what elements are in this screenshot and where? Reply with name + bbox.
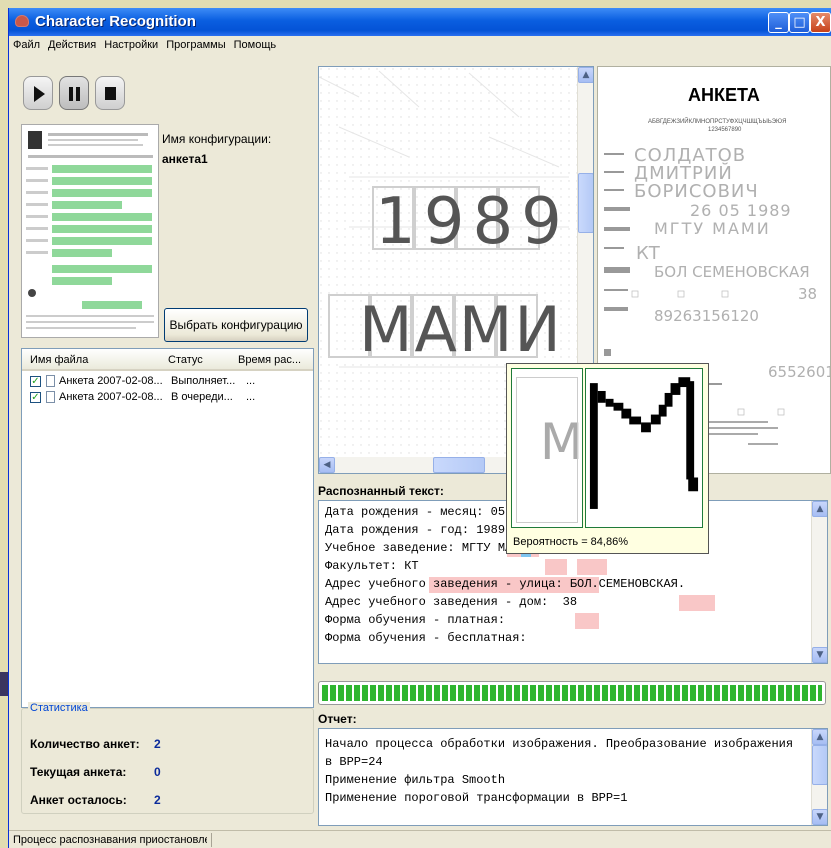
report-text-box[interactable]: Начало процесса обработки изображения. П… [318, 728, 828, 826]
form-field-university: МГТУ МАМИ [654, 219, 771, 238]
recognized-label: Распознанный текст: [318, 484, 444, 498]
play-icon [34, 86, 45, 102]
file-row[interactable]: ✓ Анкета 2007-02-08... В очереди... ... [22, 390, 313, 406]
report-scrollbar[interactable]: ▲ ▼ [811, 729, 827, 825]
character-tooltip: М Вероятность = 84,86% [506, 363, 709, 554]
recognized-line: Форма обучения - бесплатная: [325, 631, 527, 645]
report-line: Начало процесса обработки изображения. П… [325, 737, 794, 751]
status-text: Процесс распознавания приостановлен [13, 834, 207, 846]
pause-icon [69, 87, 80, 101]
recognized-line: Учебное заведение: МГТУ МАМИ [325, 541, 527, 555]
report-line: Применение пороговой трансформации в BPP… [325, 791, 628, 805]
stat-label-remaining: Анкет осталось: [30, 793, 127, 807]
scroll-up-icon[interactable]: ▲ [578, 67, 593, 83]
config-name-label: Имя конфигурации: [162, 132, 272, 146]
scroll-up-icon[interactable]: ▲ [812, 501, 827, 517]
tooltip-binary-glyph [585, 368, 703, 528]
file-time: ... [246, 375, 256, 387]
recognized-line: Дата рождения - год: 1989 [325, 523, 506, 537]
status-bar: Процесс распознавания приостановлен [9, 830, 831, 848]
config-thumbnail [21, 124, 159, 338]
scan-horizontal-thumb[interactable] [433, 457, 485, 473]
title-bar[interactable]: Character Recognition _ □ X [9, 8, 831, 36]
tooltip-source-crop: М [511, 368, 583, 528]
config-name-value: анкета1 [162, 152, 208, 166]
recognized-line: Форма обучения - платная: [325, 613, 506, 627]
choose-config-button[interactable]: Выбрать конфигурацию [164, 308, 308, 342]
menu-actions[interactable]: Действия [44, 36, 100, 54]
column-header-status[interactable]: Статус [168, 354, 203, 366]
scan-vertical-thumb[interactable] [578, 173, 593, 233]
form-field-street: БОЛ СЕМЕНОВСКАЯ [654, 263, 810, 281]
app-icon [15, 15, 29, 27]
file-list[interactable]: Имя файла Статус Время рас... ✓ Анкета 2… [21, 348, 314, 708]
statistics-group: Статистика Количество анкет: 2 Текущая а… [21, 702, 314, 814]
stop-icon [105, 87, 116, 100]
form-field-patronymic: БОРИСОВИЧ [634, 181, 759, 202]
scroll-up-icon[interactable]: ▲ [812, 729, 827, 745]
document-icon [46, 375, 55, 387]
menu-settings[interactable]: Настройки [100, 36, 162, 54]
minimize-button[interactable]: _ [768, 12, 789, 33]
stat-value-total: 2 [154, 737, 161, 751]
menu-file[interactable]: Файл [9, 36, 44, 54]
form-field-phone: 89263156120 [654, 307, 759, 325]
scroll-down-icon[interactable]: ▼ [812, 809, 827, 825]
window-title: Character Recognition [35, 13, 196, 30]
close-button[interactable]: X [810, 12, 831, 33]
form-field-faculty: КТ [636, 243, 660, 264]
file-list-header: Имя файла Статус Время рас... [22, 349, 313, 371]
file-status: Выполняет... [171, 375, 236, 387]
play-button[interactable] [23, 76, 53, 110]
form-field-home-phone: 6552601 [768, 363, 831, 381]
report-line: Применение фильтра Smooth [325, 773, 506, 787]
stat-label-current: Текущая анкета: [30, 765, 127, 779]
statistics-legend: Статистика [28, 702, 90, 714]
column-header-filename[interactable]: Имя файла [30, 354, 88, 366]
report-line: в BPP=24 [325, 755, 383, 769]
stat-value-remaining: 2 [154, 793, 161, 807]
status-divider [211, 833, 212, 847]
column-header-time[interactable]: Время рас... [238, 354, 301, 366]
file-status: В очереди... [171, 391, 233, 403]
stat-label-total: Количество анкет: [30, 737, 140, 751]
left-pane: Имя конфигурации: анкета1 Выбрать конфиг… [9, 56, 316, 830]
recognized-line: Адрес учебного заведения - дом: 38 [325, 595, 578, 609]
progress-bar [318, 681, 826, 705]
file-time: ... [246, 391, 256, 403]
recognized-scrollbar[interactable]: ▲ ▼ [811, 501, 827, 663]
scan-handwriting-year: 1989 [375, 185, 570, 259]
recognized-line: Факультет: КТ [325, 559, 419, 573]
form-field-birthdate: 26 05 1989 [690, 201, 792, 220]
stat-value-current: 0 [154, 765, 161, 779]
maximize-button[interactable]: □ [789, 12, 810, 33]
tooltip-probability: Вероятность = 84,86% [513, 536, 628, 548]
menu-programs[interactable]: Программы [162, 36, 229, 54]
menu-bar: Файл Действия Настройки Программы Помощь [9, 36, 831, 56]
file-name: Анкета 2007-02-08... [59, 391, 163, 403]
pause-button[interactable] [59, 76, 89, 110]
recognized-line: Дата рождения - месяц: 05 [325, 505, 506, 519]
scan-handwriting-word: МАМИ [359, 293, 563, 366]
progress-fill [322, 685, 822, 701]
report-label: Отчет: [318, 712, 357, 726]
file-name: Анкета 2007-02-08... [59, 375, 163, 387]
recognized-line: Адрес учебного заведения - улица: БОЛ.СЕ… [325, 577, 686, 591]
stop-button[interactable] [95, 76, 125, 110]
scroll-left-icon[interactable]: ◀ [319, 457, 335, 473]
report-scroll-thumb[interactable] [812, 745, 827, 785]
file-checkbox[interactable]: ✓ [30, 376, 41, 387]
slide-accent-bar [0, 672, 8, 696]
file-row[interactable]: ✓ Анкета 2007-02-08... Выполняет... ... [22, 374, 313, 390]
document-icon [46, 391, 55, 403]
file-checkbox[interactable]: ✓ [30, 392, 41, 403]
menu-help[interactable]: Помощь [230, 36, 281, 54]
scroll-down-icon[interactable]: ▼ [812, 647, 827, 663]
crop-frame [516, 377, 578, 523]
form-field-house: 38 [798, 285, 818, 303]
app-window: Character Recognition _ □ X Файл Действия… [8, 8, 831, 848]
